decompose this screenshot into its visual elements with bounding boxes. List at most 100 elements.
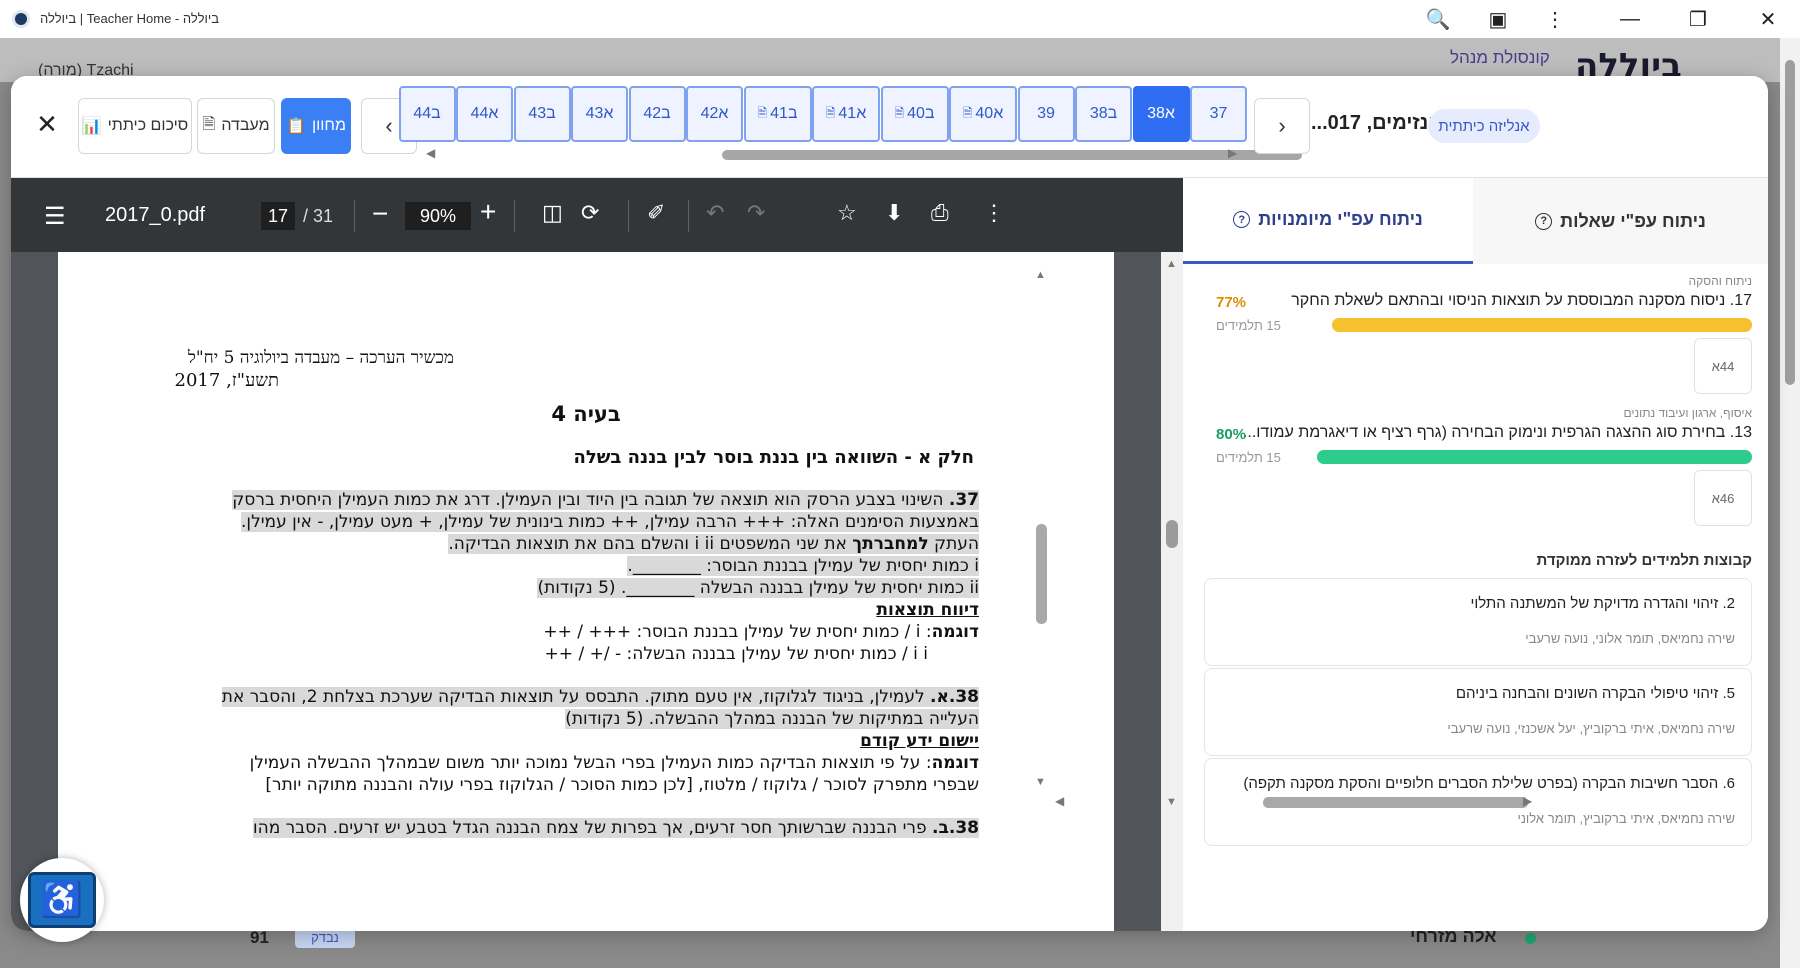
magnifier-icon[interactable]: 🔍 <box>1418 4 1458 34</box>
app-logo-icon <box>12 10 30 28</box>
pdf-file-name: 2017_0.pdf <box>105 204 206 226</box>
student-group-card[interactable]: 5. זיהוי טיפולי הבקרה השונים והבחנה ביני… <box>1204 668 1752 756</box>
fit-page-icon[interactable]: ◫ <box>542 200 563 226</box>
panel-scrollbar-thumb[interactable] <box>1036 524 1047 624</box>
skill-progress-fill <box>1332 318 1752 332</box>
window-titlebar: ביוללה | Teacher Home - ביוללה 🔍 ▣ ⋮ — ❐… <box>0 0 1800 38</box>
zoom-input[interactable]: 90% <box>405 202 471 230</box>
scroll-right-icon[interactable]: ▶ <box>1228 146 1237 160</box>
panel-hscroll-thumb[interactable] <box>1263 797 1528 808</box>
undo-icon[interactable]: ↶ <box>706 200 724 226</box>
panel-scroll-up-icon[interactable]: ▲ <box>1035 269 1046 281</box>
tab-by-skill[interactable]: ניתוח עפ"י מיומנויות ? <box>1183 178 1473 264</box>
question-label: 38ב <box>1089 105 1118 122</box>
maximize-button[interactable]: ❐ <box>1678 4 1718 34</box>
student-group-card[interactable]: 2. זיהוי והגדרה מדויקת של המשתנה התלוי ש… <box>1204 578 1752 666</box>
next-arrow-button[interactable]: › <box>1254 98 1310 154</box>
class-summary-button[interactable]: 📊 סיכום כיתתי <box>78 98 192 154</box>
question-button[interactable]: 43א <box>571 86 628 142</box>
question-button[interactable]: 39 <box>1017 86 1075 142</box>
pdf-scroll-up-icon[interactable]: ▲ <box>1166 258 1177 270</box>
clipboard-icon: 📋 <box>286 118 306 135</box>
panel-scroll-left-icon[interactable]: ◀ <box>1055 794 1064 808</box>
document-icon: 🗎 <box>825 105 836 120</box>
rubric-button[interactable]: 📋 מחוון <box>281 98 351 154</box>
question-button[interactable]: 42ב <box>628 86 686 142</box>
document-icon: 🗎 <box>962 105 973 120</box>
redo-icon[interactable]: ↷ <box>747 200 765 226</box>
scroll-left-icon[interactable]: ◀ <box>426 146 435 160</box>
tab-by-skill-label: ניתוח עפ"י מיומנויות <box>1258 209 1423 229</box>
class-analysis-badge[interactable]: אנליזה כיתתית <box>1428 109 1540 143</box>
question-button[interactable]: 38ב <box>1075 86 1132 142</box>
q38a-number: 38.א. <box>930 687 979 707</box>
panel-scroll-down-icon[interactable]: ▼ <box>1035 776 1046 788</box>
help-icon[interactable]: ? <box>1233 211 1251 228</box>
q37-text-3b: למחברתך <box>852 534 929 554</box>
modal-header: ✕ 📊 סיכום כיתתי 🗎 מעבדה 📋 מחוון ‹ 37 38א 3… <box>11 76 1768 178</box>
question-button[interactable]: 37 <box>1190 86 1247 142</box>
tab-by-question[interactable]: ניתוח עפ"י שאלות ? <box>1473 178 1768 264</box>
pdf-scrollbar-thumb[interactable] <box>1166 520 1178 548</box>
panel-scroll-right-icon[interactable]: ▶ <box>1523 794 1532 808</box>
question-tag[interactable]: 46א <box>1694 470 1752 526</box>
lab-button[interactable]: 🗎 מעבדה <box>197 98 275 154</box>
skill-title: 13. בחירת סוג ההצגה הגרפית ונימוק הבחירה… <box>1242 424 1752 441</box>
question-label: 38א <box>1147 105 1175 122</box>
draw-icon[interactable]: ✐ <box>647 200 665 226</box>
skill-percent: 80% <box>1216 426 1247 443</box>
question-button[interactable]: 44א <box>456 86 513 142</box>
accessibility-button[interactable]: ♿ <box>20 858 104 942</box>
question-label: 41ב <box>770 105 798 122</box>
pdf-page: מכשיר הערכה – מעבדה ביולוגיה 5 יח"ל תשע"… <box>58 252 1114 931</box>
skill-category: ניתוח והסקה <box>1688 274 1752 288</box>
q37-line-2: באמצעות הסימנים האלה: +++ הרבה עמילן, ++… <box>241 512 979 532</box>
pdf-viewport[interactable]: מכשיר הערכה – מעבדה ביולוגיה 5 יח"ל תשע"… <box>11 252 1161 931</box>
q37-number: 37. <box>948 490 979 510</box>
rotate-icon[interactable]: ⟳ <box>581 200 599 226</box>
add-annotation-icon[interactable]: ☆ <box>837 200 857 226</box>
question-strip-scroll-thumb[interactable] <box>722 150 1302 160</box>
help-icon[interactable]: ? <box>1535 212 1553 230</box>
q38b-line-1: 38.ב. פרי הבננה שברשותך חסר זרעים, אך בפ… <box>252 818 979 838</box>
page-scrollbar-thumb[interactable] <box>1785 60 1795 385</box>
more-vert-icon[interactable]: ⋮ <box>983 200 1005 226</box>
skill-category: איסוף, ארגון ועיבוד נתונים <box>1623 406 1752 420</box>
exam-title: אנזימים, 017... <box>1311 112 1442 134</box>
window-title: ביוללה | Teacher Home - ביוללה <box>40 11 220 26</box>
question-button[interactable]: 38א <box>1132 86 1190 142</box>
question-button[interactable]: 🗎 41א <box>812 86 880 142</box>
question-label: 41א <box>838 105 867 122</box>
question-button[interactable]: 🗎 41ב <box>743 86 812 142</box>
toolbar-divider <box>514 200 515 232</box>
question-button[interactable]: 🗎 40א <box>949 86 1017 142</box>
zoom-in-button[interactable]: + <box>480 196 496 228</box>
pdf-scrollbar[interactable] <box>1161 252 1183 931</box>
download-icon[interactable]: ⬇ <box>885 200 903 226</box>
question-button[interactable]: 43ב <box>513 86 571 142</box>
skill-progress-track <box>1317 450 1752 464</box>
pdf-scroll-down-icon[interactable]: ▼ <box>1166 796 1177 808</box>
question-button[interactable]: 42א <box>686 86 743 142</box>
example-line-1: דוגמה: i / כמות יחסית של עמילן בבננת הבו… <box>543 622 979 642</box>
zoom-out-button[interactable]: − <box>372 198 388 230</box>
hamburger-menu-icon[interactable]: ☰ <box>44 202 66 231</box>
pdf-toolbar: ☰ 2017_0.pdf 17 / 31 − 90% + ◫ ⟳ ✐ ↶ ↷ ☆… <box>11 178 1183 252</box>
question-label: 42א <box>700 105 729 122</box>
question-button[interactable]: 🗎 40ב <box>880 86 949 142</box>
close-icon[interactable]: ✕ <box>29 106 65 142</box>
question-button[interactable]: 44ב <box>398 86 456 142</box>
q37-line-1: 37. השינוי בצבע הרסק הוא תוצאה של תגובה … <box>232 490 979 510</box>
question-label: 39 <box>1037 105 1055 122</box>
q38a-line-2: העלייה במתיקות של הבננה במהלך ההבשלה. (5… <box>565 709 979 729</box>
window-close-button[interactable]: ✕ <box>1748 4 1788 34</box>
print-icon[interactable]: ⎙ <box>931 200 949 226</box>
question-tag[interactable]: 44א <box>1694 338 1752 394</box>
more-vert-icon[interactable]: ⋮ <box>1535 4 1575 34</box>
skill-students: 15 תלמידים <box>1216 318 1281 333</box>
minimize-button[interactable]: — <box>1610 4 1650 34</box>
puzzle-icon[interactable]: ▣ <box>1478 4 1518 34</box>
page-number-input[interactable]: 17 <box>261 202 295 230</box>
console-link[interactable]: קונסולת מנהל <box>1450 48 1550 68</box>
q37-line-5: ii כמות יחסית של עמילן בבננה הבשלה _____… <box>537 578 979 598</box>
